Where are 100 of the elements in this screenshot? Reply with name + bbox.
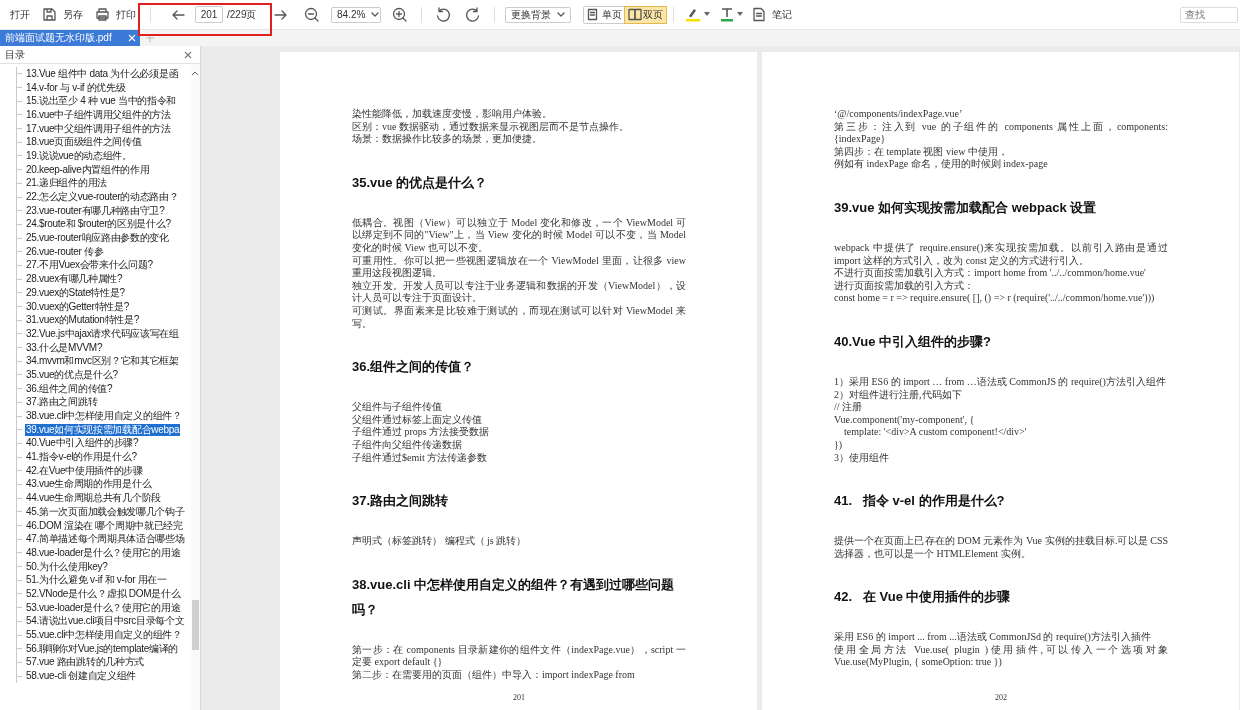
rotate-right-icon[interactable] xyxy=(465,6,481,23)
sidebar-item[interactable]: 14.v-for 与 v-if 的优先级 xyxy=(25,81,127,94)
paragraph: 可重用性。你可以把一些视图逻辑放在一个 ViewModel 里面，让很多 view 重用这段视图逻辑。 xyxy=(352,254,686,280)
paragraph: 区别：vue 数据驱动，通过数据来显示视图层而不是节点操作。 xyxy=(352,120,630,133)
view-mode-button[interactable]: 双页 xyxy=(625,6,666,23)
printer-icon xyxy=(95,7,110,22)
page-total-label: /229页 xyxy=(227,7,257,22)
code-line: Vue.component('my-component', { xyxy=(834,413,976,427)
dropdown-label: 更换背景 xyxy=(511,7,551,22)
paragraph: 独立开发。开发人员可以专注于业务逻辑和数据的开发（ViewModel），设计人员可以专注于页面设计。 xyxy=(352,279,686,305)
document-tab[interactable]: 前端面试题无水印版.pdf xyxy=(0,30,140,46)
sidebar-item[interactable]: 39.vue如何实现按需加载配合webpa xyxy=(25,423,181,436)
paragraph: 不进行页面按需加载引入方式：import home from '../../common/home.vue' xyxy=(834,267,1147,280)
paragraph: 1）采用 ES6 的 import … from …语法或 CommonJS 的 require()方法引入组件 xyxy=(834,375,1167,389)
zoom-out-icon[interactable] xyxy=(304,6,320,23)
paragraph: 子组件通过 props 方法接受数据 xyxy=(352,426,491,439)
paragraph: 低耦合。视图（View）可以独立于 Model 变化和修改，一个 ViewModel 可以绑定到不同的"View"上，当 View 变化的时候 Model 可以不变，当 Model 变化的时候 View 也可以不变。 xyxy=(352,216,686,255)
highlighter-icon[interactable] xyxy=(685,6,701,23)
sidebar-item[interactable]: 43.vue生命周期的作用是什么 xyxy=(25,478,153,491)
zoom-in-icon[interactable] xyxy=(392,6,408,23)
paragraph: 例如有 indexPage 命名，使用的时候则 index-page xyxy=(834,158,1049,171)
paragraph: 进行页面按需加载的引入方式： xyxy=(834,279,975,293)
paragraph: 声明式（标签跳转） 编程式（ js 跳转） xyxy=(352,535,528,548)
caret-icon[interactable] xyxy=(704,12,710,17)
paragraph: 提供一个在页面上已存在的 DOM 元素作为 Vue 实例的挂载目标.可以是 CSS 选择器，也可以是一个 HTMLElement 实例。 xyxy=(834,535,1168,561)
sidebar-item[interactable]: 20.keep-alive内置组件的作用 xyxy=(25,163,151,176)
paragraph: 第一步：在 components 目录新建你的组件文件（indexPage.vue），script 一定要 export default {} xyxy=(352,643,686,669)
section-heading: 42. 在 Vue 中使用插件的步骤 xyxy=(834,588,1012,607)
sidebar-item[interactable]: 26.vue-router 传参 xyxy=(25,245,105,258)
close-icon[interactable] xyxy=(184,50,192,59)
sidebar-item[interactable]: 50.为什么使用key? xyxy=(25,560,109,573)
paragraph: 采用 ES6 的 import ... from ...语法或 CommonJSd 的 require()方法引入插件 xyxy=(834,631,1152,644)
scrollbar-thumb[interactable] xyxy=(192,600,199,650)
zoom-value: 84.2% xyxy=(337,9,366,20)
sidebar-item[interactable]: 18.vue页面级组件之间传值 xyxy=(25,136,143,149)
paragraph: 2）对组件进行注册,代码如下 xyxy=(834,388,963,401)
paragraph: 子组件向父组件传递数据 xyxy=(352,438,463,452)
view-mode-button[interactable]: 单页 xyxy=(584,6,625,23)
caret-icon[interactable] xyxy=(737,12,743,17)
add-tab-icon[interactable] xyxy=(146,34,154,42)
note-icon xyxy=(752,7,766,22)
tab-title: 前端面试题无水印版.pdf xyxy=(5,31,112,45)
sidebar-item[interactable]: 19.说说vue的动态组件。 xyxy=(25,149,133,162)
sidebar-item[interactable]: 28.vuex有哪几种属性? xyxy=(25,273,124,286)
sidebar-item[interactable]: 37.路由之间跳转 xyxy=(25,396,99,409)
search-field[interactable]: 查找 xyxy=(1180,6,1238,23)
paragraph: 3）使用组件 xyxy=(834,451,890,465)
paragraph: 子组件通过$emit 方法传递参数 xyxy=(352,451,489,465)
caret-icon xyxy=(557,11,565,18)
sidebar-item[interactable]: 51.为什么避免 v-if 和 v-for 用在一 xyxy=(25,574,168,587)
sidebar-item[interactable]: 30.vuex的Getter特性是? xyxy=(25,300,130,313)
paragraph: 染性能降低，加载速度变慢，影响用户体验。 xyxy=(352,108,553,121)
sidebar-item[interactable]: 36.组件之间的传值? xyxy=(25,382,114,395)
sidebar-item[interactable]: 35.vue的优点是什么? xyxy=(25,368,119,381)
save-icon xyxy=(42,7,57,22)
paragraph: 父组件通过标签上面定义传值 xyxy=(352,413,483,426)
paragraph: ‘@/components/indexPage.vue’ xyxy=(834,108,964,121)
page-number: 201 xyxy=(512,693,526,702)
sidebar-item[interactable]: 40.Vue中引入组件的步骤? xyxy=(25,437,140,450)
section-heading: 40.Vue 中引入组件的步骤? xyxy=(834,332,992,351)
rotate-left-icon[interactable] xyxy=(435,6,451,23)
sidebar-item[interactable]: 23.vue-router有哪几种路由守卫? xyxy=(25,204,166,217)
paragraph: 父组件与子组件传值 xyxy=(352,401,443,414)
sidebar-item[interactable]: 33.什么是MVVM? xyxy=(25,341,104,354)
background-dropdown[interactable]: 更换背景 xyxy=(505,6,571,23)
sidebar-item[interactable]: 58.vue-cli 创建自定义组件 xyxy=(25,670,138,683)
page-number: 202 xyxy=(994,693,1008,702)
paragraph: 第二步：在需要用的页面（组件）中导入：import indexPage from xyxy=(352,668,636,682)
code-line: }) xyxy=(834,438,844,452)
code-line: template: '<div>A custom component!</div>' xyxy=(843,426,1028,439)
text-color-icon[interactable] xyxy=(720,6,734,23)
section-heading: 39.vue 如何实现按需加载配合 webpack 设置 xyxy=(834,198,1098,217)
sidebar-item[interactable]: 42.在Vue中使用插件的步骤 xyxy=(25,464,144,477)
sidebar-item[interactable]: 31.vuex的Mutation特性是? xyxy=(25,314,140,327)
sidebar-title: 目录 xyxy=(5,47,25,62)
print-button[interactable]: 打印 xyxy=(91,5,140,24)
sidebar-item[interactable]: 21.递归组件的用法 xyxy=(25,177,108,190)
section-heading: 37.路由之间跳转 xyxy=(352,492,450,511)
notes-button[interactable]: 笔记 xyxy=(748,5,796,24)
paragraph: const home = r => require.ensure( [], () => r (require('../../common/home.vue'))) xyxy=(834,292,1156,305)
open-button[interactable]: 打开 xyxy=(6,5,34,24)
save-as-button[interactable]: 另存 xyxy=(38,5,87,24)
sidebar-item[interactable]: 57.vue 路由跳转的几种方式 xyxy=(25,656,145,669)
page-number-field[interactable]: 201 xyxy=(195,6,223,23)
code-line: // 注册 xyxy=(834,401,864,414)
section-heading: 35.vue 的优点是什么？ xyxy=(352,173,489,192)
paragraph: 第三步：注入到 vue 的子组件的 components 属性上面，components:{indexPage} xyxy=(834,120,1168,146)
section-heading: 38.vue.cli 中怎样使用自定义的组件？有遇到过哪些问题吗？ xyxy=(352,575,676,619)
double-page-icon xyxy=(628,8,642,21)
sidebar-item[interactable]: 27.不用Vuex会带来什么问题? xyxy=(25,259,154,272)
paragraph: 场景：数据操作比较多的场景，更加便捷。 xyxy=(352,133,543,146)
paragraph: webpack 中提供了 require.ensure()来实现按需加载。以前引入路由是通过 import 这样的方式引入，改为 const 定义的方式进行引入。 xyxy=(834,241,1168,267)
scroll-up-icon[interactable] xyxy=(191,70,199,77)
sidebar-item[interactable]: 29.vuex的State特性是? xyxy=(25,286,126,299)
paragraph: 第四步：在 template 视图 view 中使用， xyxy=(834,145,1009,159)
zoom-dropdown[interactable]: 84.2% xyxy=(331,6,381,23)
paragraph: 可测试。界面素来是比较难于测试的，而现在测试可以针对 ViewModel 来写。 xyxy=(352,304,686,331)
caret-icon xyxy=(371,11,380,18)
section-heading: 41. 指令 v-el 的作用是什么? xyxy=(834,492,1006,511)
sidebar-item[interactable]: 41.指令v-el的作用是什么? xyxy=(25,451,138,464)
